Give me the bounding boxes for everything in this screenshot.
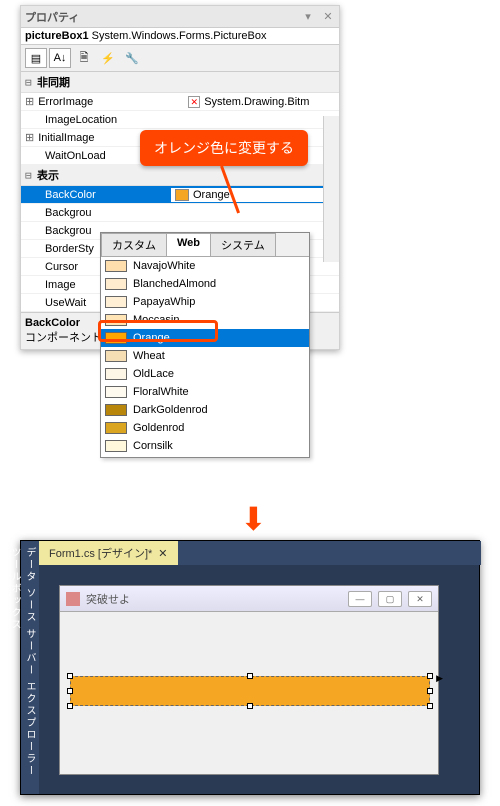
properties-button[interactable]: 🗎	[73, 48, 95, 68]
object-selector[interactable]: pictureBox1 System.Windows.Forms.Picture…	[21, 28, 339, 45]
prop-backgroundimage[interactable]: Backgrou	[21, 204, 339, 222]
smart-tag-icon[interactable]: ▶	[436, 673, 443, 684]
tab-close-icon[interactable]: ✕	[158, 547, 167, 560]
color-item[interactable]: PapayaWhip	[101, 293, 309, 311]
prop-backcolor[interactable]: BackColor Orange⌄	[21, 186, 339, 204]
callout-annotation: オレンジ色に変更する	[140, 130, 308, 166]
maximize-button[interactable]: ▢	[378, 591, 402, 607]
prop-imagelocation[interactable]: ImageLocation	[21, 111, 339, 129]
group-async[interactable]: ⊟非同期	[21, 72, 339, 93]
panel-titlebar: プロパティ ▾ ✕	[21, 6, 339, 28]
color-swatch	[105, 332, 127, 344]
prop-errorimage[interactable]: ⊞ErrorImage✕System.Drawing.Bitm	[21, 93, 339, 111]
color-swatch	[105, 314, 127, 326]
properties-toolbar: ▤ A↓ 🗎 ⚡ 🔧	[21, 45, 339, 72]
color-item[interactable]: Moccasin	[101, 311, 309, 329]
tab-system[interactable]: システム	[210, 233, 276, 256]
color-item[interactable]: OldLace	[101, 365, 309, 383]
picturebox-control[interactable]: ▶	[70, 676, 430, 706]
color-swatch	[105, 278, 127, 290]
color-item[interactable]: FloralWhite	[101, 383, 309, 401]
form-icon	[66, 592, 80, 606]
pin-icon[interactable]: ▾	[301, 10, 315, 24]
color-item[interactable]: Orange	[101, 329, 309, 347]
color-swatch	[105, 350, 127, 362]
color-swatch	[105, 296, 127, 308]
designer-window: データ ソース サーバー エクスプローラー ツールボックス Form1.cs […	[20, 540, 480, 795]
color-swatch	[105, 404, 127, 416]
color-item[interactable]: BlanchedAlmond	[101, 275, 309, 293]
minimize-button[interactable]: —	[348, 591, 372, 607]
alphabetical-button[interactable]: A↓	[49, 48, 71, 68]
color-tabs: カスタム Web システム	[101, 233, 309, 257]
color-swatch	[105, 422, 127, 434]
property-pages-button[interactable]: 🔧	[121, 48, 143, 68]
color-item[interactable]: Wheat	[101, 347, 309, 365]
document-tab-strip: Form1.cs [デザイン]* ✕	[39, 541, 481, 565]
tab-web[interactable]: Web	[166, 233, 211, 256]
color-swatch	[105, 440, 127, 452]
color-picker-dropdown: カスタム Web システム NavajoWhiteBlanchedAlmondP…	[100, 232, 310, 458]
categorized-button[interactable]: ▤	[25, 48, 47, 68]
form-preview[interactable]: 突破せよ — ▢ ✕ ▶	[59, 585, 439, 775]
error-icon: ✕	[188, 96, 200, 108]
color-swatch	[105, 386, 127, 398]
color-item[interactable]: Goldenrod	[101, 419, 309, 437]
scrollbar[interactable]	[323, 116, 339, 262]
form-titlebar: 突破せよ — ▢ ✕	[60, 586, 438, 612]
color-swatch	[175, 189, 189, 201]
color-swatch	[105, 368, 127, 380]
close-button[interactable]: ✕	[408, 591, 432, 607]
color-list[interactable]: NavajoWhiteBlanchedAlmondPapayaWhipMocca…	[101, 257, 309, 457]
events-button[interactable]: ⚡	[97, 48, 119, 68]
design-surface[interactable]: 突破せよ — ▢ ✕ ▶	[39, 565, 479, 794]
color-item[interactable]: DarkGoldenrod	[101, 401, 309, 419]
group-display[interactable]: ⊟表示	[21, 165, 339, 186]
color-swatch	[105, 260, 127, 272]
flow-arrow-icon: ⬇	[240, 500, 267, 538]
panel-title: プロパティ	[25, 9, 295, 25]
tab-custom[interactable]: カスタム	[101, 233, 167, 256]
color-item[interactable]: Gold	[101, 455, 309, 457]
close-icon[interactable]: ✕	[321, 10, 335, 24]
color-item[interactable]: Cornsilk	[101, 437, 309, 455]
document-tab[interactable]: Form1.cs [デザイン]* ✕	[39, 541, 178, 565]
color-item[interactable]: NavajoWhite	[101, 257, 309, 275]
vertical-tab-strip[interactable]: データ ソース サーバー エクスプローラー ツールボックス	[21, 541, 39, 794]
